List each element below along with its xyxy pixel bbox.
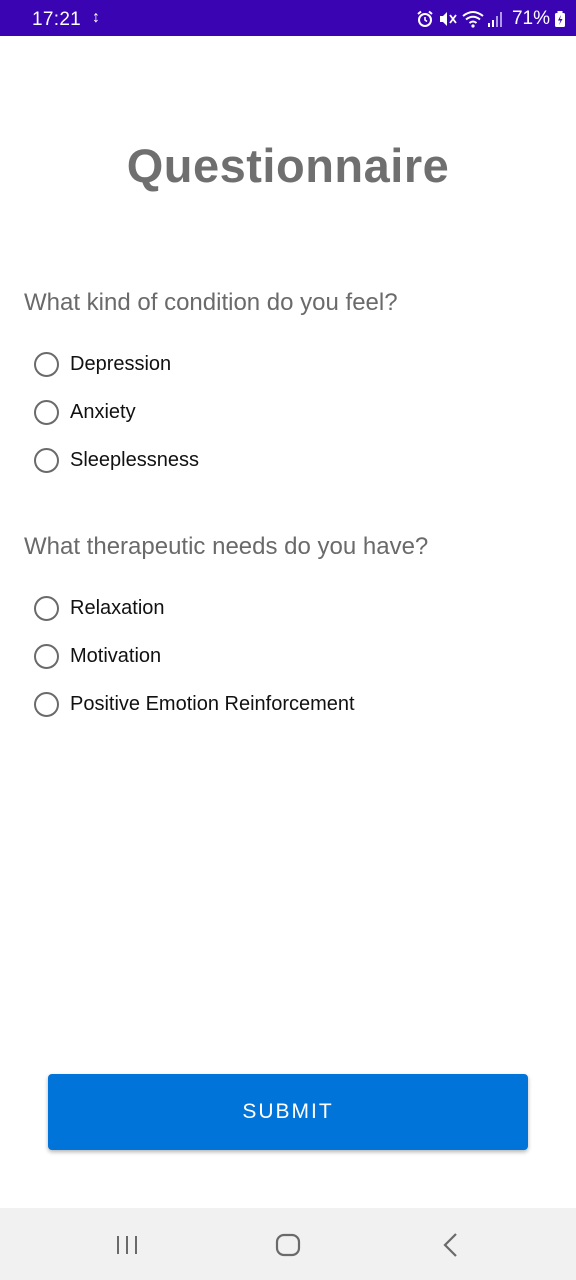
status-icons: 71% (416, 8, 566, 30)
radio-button[interactable] (34, 691, 59, 717)
mute-icon (438, 10, 458, 28)
radio-button[interactable] (34, 351, 59, 377)
option-sleeplessness[interactable]: Sleeplessness (34, 444, 199, 476)
page-title: Questionnaire (126, 139, 450, 192)
option-label: Positive Emotion Reinforcement (70, 692, 355, 715)
battery-icon (554, 10, 566, 28)
option-depression[interactable]: Depression (34, 348, 171, 380)
question-therapeutic-needs: What therapeutic needs do you have? (24, 533, 429, 560)
option-motivation[interactable]: Motivation (34, 640, 161, 672)
submit-button[interactable]: SUBMIT (48, 1074, 528, 1150)
option-positive-emotion-reinforcement[interactable]: Positive Emotion Reinforcement (34, 688, 355, 720)
sync-icon: ↕ (92, 9, 100, 26)
option-label: Relaxation (70, 596, 165, 619)
alarm-icon (416, 10, 434, 28)
option-label: Sleeplessness (70, 448, 199, 471)
question-condition: What kind of condition do you feel? (24, 289, 398, 316)
option-label: Anxiety (70, 400, 136, 423)
navigation-bar (0, 1208, 576, 1280)
battery-percent: 71% (511, 8, 550, 29)
option-anxiety[interactable]: Anxiety (34, 396, 136, 428)
status-time: 17:21 (32, 9, 82, 30)
radio-button[interactable] (34, 595, 59, 621)
wifi-icon (462, 10, 484, 28)
signal-icon (487, 10, 504, 28)
recent-apps-icon[interactable] (110, 1228, 144, 1262)
radio-button[interactable] (34, 447, 59, 473)
radio-button[interactable] (34, 399, 59, 425)
option-label: Motivation (70, 644, 162, 667)
option-relaxation[interactable]: Relaxation (34, 592, 165, 624)
status-bar: 17:21 ↕ 71% (0, 0, 576, 36)
home-icon[interactable] (271, 1228, 305, 1262)
back-icon[interactable] (434, 1228, 468, 1262)
radio-button[interactable] (34, 643, 59, 669)
option-label: Depression (70, 352, 172, 375)
